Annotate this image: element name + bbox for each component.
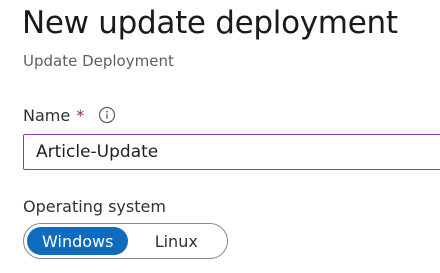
update-deployment-blade: New update deployment Update Deployment … xyxy=(0,0,440,273)
name-input[interactable]: Article-Update xyxy=(23,134,440,170)
operating-system-label: Operating system xyxy=(23,197,166,216)
page-subtitle: Update Deployment xyxy=(23,52,174,70)
info-icon[interactable] xyxy=(98,106,116,124)
os-option-linux[interactable]: Linux xyxy=(128,227,224,255)
operating-system-toggle: Windows Linux xyxy=(23,223,228,259)
name-field-label-row: Name * xyxy=(23,103,116,127)
page-title: New update deployment xyxy=(22,5,398,41)
name-input-value: Article-Update xyxy=(36,142,159,162)
os-option-windows[interactable]: Windows xyxy=(27,227,129,255)
name-field-label: Name xyxy=(23,105,71,125)
required-marker: * xyxy=(76,105,85,125)
